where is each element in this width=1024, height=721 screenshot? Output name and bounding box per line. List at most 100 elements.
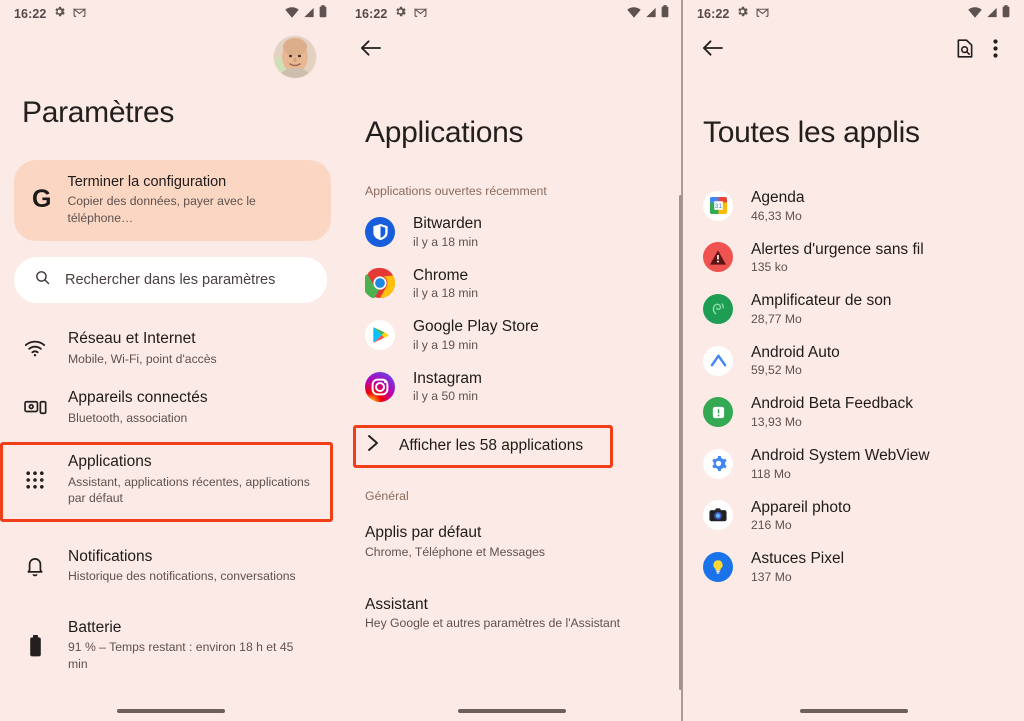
connected-devices-icon — [22, 399, 48, 416]
app-name: Android Beta Feedback — [751, 395, 913, 413]
battery-icon — [661, 5, 669, 23]
sidebar-item-title: Applications — [68, 453, 152, 471]
page-title: Applications — [365, 116, 524, 149]
battery-icon — [22, 634, 48, 657]
status-bar-left: 16:22 — [355, 5, 427, 23]
app-name: Amplificateur de son — [751, 292, 892, 310]
signal-icon — [986, 5, 998, 23]
item-subtitle: Hey Google et autres paramètres de l'Ass… — [365, 616, 621, 631]
status-bar-right — [627, 5, 669, 23]
list-item-applis-par-defaut[interactable]: Applis par défaut Chrome, Téléphone et M… — [341, 513, 683, 568]
wifi-icon — [968, 5, 982, 23]
status-bar-3: 16:22 — [683, 0, 1024, 28]
back-arrow-icon[interactable] — [697, 33, 727, 63]
list-item-alertes-urgence[interactable]: Alertes d'urgence sans fil 135 ko — [683, 232, 1024, 284]
item-title: Applis par défaut — [365, 524, 482, 542]
sidebar-item-subtitle: Assistant, applications récentes, applic… — [68, 474, 310, 506]
status-bar-right — [285, 5, 327, 23]
sidebar-item-subtitle: 91 % – Temps restant : environ 18 h et 4… — [68, 640, 294, 671]
list-item-assistant[interactable]: Assistant Hey Google et autres paramètre… — [341, 585, 683, 640]
search-input[interactable]: Rechercher dans les paramètres — [14, 257, 327, 304]
list-item-android-auto[interactable]: Android Auto 59,52 Mo — [683, 335, 1024, 387]
sidebar-item-applications[interactable]: Applications Assistant, applications réc… — [0, 437, 341, 523]
status-time: 16:22 — [355, 7, 388, 21]
gesture-bar[interactable] — [116, 709, 225, 713]
list-item-text: Appareil photo 216 Mo — [751, 499, 851, 533]
bitwarden-icon — [365, 216, 395, 247]
app-size: 137 Mo — [751, 569, 792, 584]
gmail-icon — [756, 5, 769, 23]
play-store-icon — [365, 319, 395, 350]
setup-card[interactable]: G Terminer la configuration Copier des d… — [14, 160, 331, 242]
status-bar-2: 16:22 — [341, 0, 683, 28]
search-document-icon[interactable] — [950, 33, 980, 63]
list-item-astuces-pixel[interactable]: Astuces Pixel 137 Mo — [683, 541, 1024, 593]
app-time: il y a 18 min — [413, 234, 479, 249]
show-all-apps-wrap: Afficher les 58 applications — [341, 424, 683, 469]
app-name: Astuces Pixel — [751, 550, 845, 568]
wifi-icon — [627, 5, 641, 23]
emergency-alerts-icon — [703, 242, 733, 273]
app-name: Google Play Store — [413, 318, 539, 336]
chrome-icon — [362, 268, 396, 299]
list-item-android-system-webview[interactable]: Android System WebView 118 Mo — [683, 438, 1024, 490]
list-item-text: Android Beta Feedback 13,93 Mo — [751, 395, 913, 429]
status-bar-right — [968, 5, 1010, 23]
back-arrow-icon[interactable] — [355, 33, 385, 63]
screen-applications: 16:22 Applications Applications ouvertes… — [341, 0, 683, 721]
list-item-amplificateur-de-son[interactable]: Amplificateur de son 28,77 Mo — [683, 283, 1024, 335]
gesture-bar[interactable] — [799, 709, 908, 713]
list-item-instagram[interactable]: Instagram il y a 50 min — [341, 361, 683, 413]
page-title: Toutes les applis — [703, 116, 920, 149]
vertical-scrollbar[interactable] — [679, 195, 682, 690]
search-icon — [34, 269, 51, 291]
app-name: Chrome — [413, 266, 469, 284]
beta-feedback-icon — [703, 397, 733, 428]
show-all-apps-button[interactable]: Afficher les 58 applications — [341, 424, 683, 467]
list-item-appareil-photo[interactable]: Appareil photo 216 Mo — [683, 490, 1024, 542]
list-item-text: Chrome il y a 18 min — [413, 267, 478, 301]
sidebar-item-notifications[interactable]: Notifications Historique des notificatio… — [0, 537, 341, 596]
sidebar-item-text: Notifications Historique des notificatio… — [68, 548, 296, 585]
list-item-google-play-store[interactable]: Google Play Store il y a 19 min — [341, 309, 683, 361]
app-name: Alertes d'urgence sans fil — [751, 240, 924, 258]
app-size: 28,77 Mo — [751, 311, 802, 326]
app-size: 216 Mo — [751, 518, 792, 533]
sidebar-item-batterie[interactable]: Batterie 91 % – Temps restant : environ … — [0, 608, 341, 684]
search-placeholder: Rechercher dans les paramètres — [65, 272, 276, 289]
list-item-text: Amplificateur de son 28,77 Mo — [751, 292, 891, 326]
app-size: 13,93 Mo — [751, 414, 802, 429]
webview-icon — [703, 448, 733, 479]
sound-amplifier-icon — [703, 293, 733, 324]
setup-card-title: Terminer la configuration — [67, 174, 227, 190]
wifi-icon — [285, 5, 299, 23]
sidebar-item-text: Batterie 91 % – Temps restant : environ … — [68, 619, 310, 673]
settings-list: Réseau et Internet Mobile, Wi-Fi, point … — [0, 319, 341, 683]
chevron-right-icon — [367, 434, 379, 457]
sidebar-item-title: Appareils connectés — [68, 389, 208, 407]
list-item-bitwarden[interactable]: Bitwarden il y a 18 min — [341, 206, 683, 258]
avatar-photo — [274, 36, 316, 78]
avatar[interactable] — [274, 36, 316, 78]
app-time: il y a 18 min — [413, 286, 479, 301]
app-name: Bitwarden — [413, 215, 482, 232]
sidebar-item-appareils-connectes[interactable]: Appareils connectés Bluetooth, associati… — [0, 378, 341, 437]
status-bar-left: 16:22 — [697, 5, 769, 23]
action-bar-3 — [683, 28, 1024, 68]
general-list: Applis par défaut Chrome, Téléphone et M… — [341, 513, 683, 640]
recent-apps-list: Bitwarden il y a 18 min Chrome il y a 18… — [341, 206, 683, 412]
page-title: Paramètres — [22, 96, 175, 129]
sidebar-item-reseau-internet[interactable]: Réseau et Internet Mobile, Wi-Fi, point … — [0, 319, 341, 378]
gesture-bar[interactable] — [458, 709, 566, 713]
instagram-icon — [365, 371, 395, 402]
list-item-agenda[interactable]: 31 Agenda 46,33 Mo — [683, 180, 1024, 232]
app-name: Android Auto — [751, 343, 840, 361]
app-size: 46,33 Mo — [751, 208, 802, 223]
app-size: 59,52 Mo — [751, 363, 802, 378]
list-item-android-beta-feedback[interactable]: Android Beta Feedback 13,93 Mo — [683, 386, 1024, 438]
list-item-chrome[interactable]: Chrome il y a 18 min — [341, 258, 683, 310]
more-vertical-icon[interactable] — [980, 33, 1010, 63]
sidebar-item-title: Réseau et Internet — [68, 330, 196, 348]
list-item-text: Google Play Store il y a 19 min — [413, 318, 539, 352]
signal-icon — [645, 5, 657, 23]
